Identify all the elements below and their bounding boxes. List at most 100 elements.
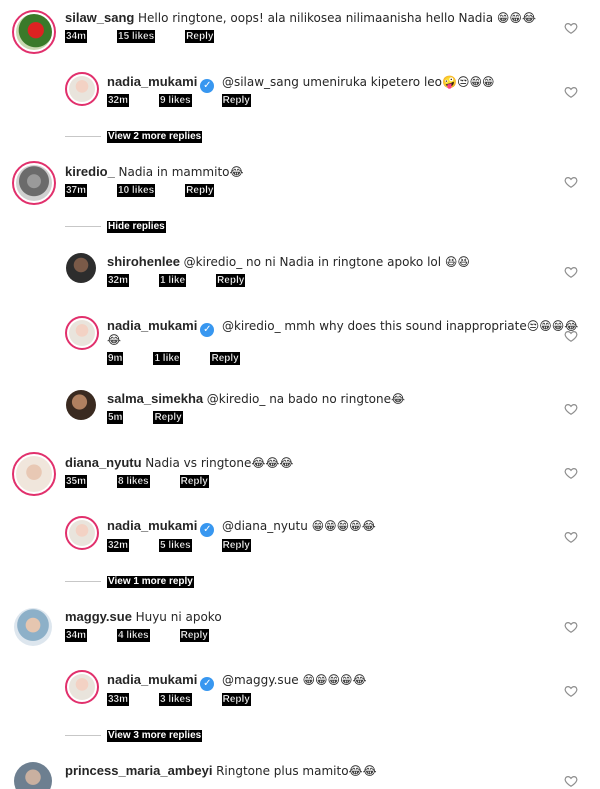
username[interactable]: diana_nyutu (65, 455, 142, 470)
comment-time: 32m (107, 539, 130, 552)
comment-time: 35m (65, 475, 88, 488)
view-more-replies-link[interactable]: View 3 more replies (65, 730, 203, 742)
reply-button[interactable]: Reply (221, 94, 251, 107)
divider (65, 225, 101, 227)
username[interactable]: shirohenlee (107, 254, 180, 269)
comment-time: 34m (65, 30, 88, 43)
avatar[interactable] (12, 161, 56, 205)
reply-button[interactable]: Reply (185, 184, 215, 197)
username[interactable]: princess_maria_ambeyi (65, 763, 212, 778)
username[interactable]: kiredio_ (65, 164, 115, 179)
comment-time: 33m (107, 693, 130, 706)
likes-count[interactable]: 8 likes (117, 475, 150, 488)
divider (65, 734, 101, 736)
comment-text-line: silaw_sang Hello ringtone, oops! ala nil… (65, 9, 536, 27)
username[interactable]: nadia_mukami (107, 74, 197, 89)
comment-time: 32m (107, 94, 130, 107)
heart-icon[interactable] (564, 530, 578, 544)
comment-text-line: shirohenlee @kiredio_ no ni Nadia in rin… (107, 253, 470, 271)
comment-meta: 9m 1 like Reply (107, 352, 240, 365)
comment-text-line: nadia_mukami ✓ @silaw_sang umeniruka kipe… (107, 73, 494, 93)
comment-text-line: salma_simekha @kiredio_ na bado no ringt… (107, 390, 405, 408)
reply-button[interactable]: Reply (216, 274, 246, 287)
reply-button[interactable]: Reply (153, 411, 183, 424)
view-more-replies-link[interactable]: View 2 more replies (65, 131, 203, 143)
heart-icon[interactable] (564, 21, 578, 35)
username[interactable]: silaw_sang (65, 10, 134, 25)
divider (65, 135, 101, 137)
comment-meta: 32m 1 like Reply (107, 274, 246, 287)
comment-text-line: diana_nyutu Nadia vs ringtone😂😂😂 (65, 454, 293, 472)
username[interactable]: maggy.sue (65, 609, 132, 624)
avatar[interactable] (65, 316, 99, 350)
heart-icon[interactable] (564, 329, 578, 343)
likes-count[interactable]: 5 likes (159, 539, 192, 552)
comment-meta: 33m 3 likes Reply (107, 693, 251, 706)
verified-badge-icon: ✓ (200, 523, 215, 537)
comment-text: @silaw_sang umeniruka kipetero leo🤪😒😁😁 (221, 75, 495, 89)
username[interactable]: nadia_mukami (107, 672, 197, 687)
likes-count[interactable]: 1 like (153, 352, 181, 365)
hide-replies-label[interactable]: Hide replies (107, 221, 166, 233)
comment-time: 9m (107, 352, 124, 365)
avatar[interactable] (12, 10, 56, 54)
username[interactable]: salma_simekha (107, 391, 203, 406)
comment-text-line: nadia_mukami ✓ @kiredio_ mmh why does thi… (107, 317, 578, 337)
heart-icon[interactable] (564, 684, 578, 698)
likes-count[interactable]: 3 likes (159, 693, 192, 706)
comment-text-line: maggy.sue Huyu ni apoko (65, 608, 222, 626)
reply-button[interactable]: Reply (179, 629, 209, 642)
heart-icon[interactable] (564, 265, 578, 279)
username[interactable]: nadia_mukami (107, 518, 197, 533)
reply-button[interactable]: Reply (179, 475, 209, 488)
comment-time: 32m (107, 274, 130, 287)
avatar[interactable] (12, 452, 56, 496)
reply-button[interactable]: Reply (221, 693, 251, 706)
verified-badge-icon: ✓ (200, 677, 215, 691)
verified-badge-icon: ✓ (200, 323, 215, 337)
avatar[interactable] (66, 390, 96, 420)
reply-button[interactable]: Reply (185, 30, 215, 43)
comment-meta: 34m 15 likes Reply (65, 30, 215, 43)
heart-icon[interactable] (564, 402, 578, 416)
likes-count[interactable]: 1 like (159, 274, 187, 287)
view-more-replies-label[interactable]: View 1 more reply (107, 576, 194, 588)
divider (65, 580, 101, 582)
heart-icon[interactable] (564, 175, 578, 189)
likes-count[interactable]: 9 likes (159, 94, 192, 107)
comment-time: 37m (65, 184, 88, 197)
heart-icon[interactable] (564, 85, 578, 99)
comment-meta: 32m 9 likes Reply (107, 94, 251, 107)
comment-text: @kiredio_ na bado no ringtone😂 (206, 392, 406, 406)
comment-text: @kiredio_ mmh why does this sound inappr… (221, 319, 579, 333)
view-more-replies-label[interactable]: View 2 more replies (107, 131, 203, 143)
avatar[interactable] (14, 608, 52, 646)
username[interactable]: nadia_mukami (107, 318, 197, 333)
heart-icon[interactable] (564, 620, 578, 634)
avatar[interactable] (65, 72, 99, 106)
likes-count[interactable]: 4 likes (117, 629, 150, 642)
comment-time: 34m (65, 629, 88, 642)
avatar[interactable] (66, 253, 96, 283)
comment-meta: 5m Reply (107, 411, 183, 424)
comment-text: @maggy.sue 😁😁😁😁😂 (221, 673, 367, 687)
comment-text: @diana_nyutu 😁😁😁😁😂 (221, 519, 376, 533)
reply-button[interactable]: Reply (221, 539, 251, 552)
avatar[interactable] (65, 516, 99, 550)
comment-text-line: princess_maria_ambeyi Ringtone plus mami… (65, 762, 377, 780)
reply-button[interactable]: Reply (210, 352, 240, 365)
likes-count[interactable]: 15 likes (117, 30, 156, 43)
heart-icon[interactable] (564, 466, 578, 480)
avatar[interactable] (65, 670, 99, 704)
comment-meta: 34m 4 likes Reply (65, 629, 209, 642)
avatar[interactable] (14, 762, 52, 789)
heart-icon[interactable] (564, 774, 578, 788)
view-more-replies-link[interactable]: View 1 more reply (65, 576, 194, 588)
hide-replies-link[interactable]: Hide replies (65, 221, 166, 233)
view-more-replies-label[interactable]: View 3 more replies (107, 730, 203, 742)
comment-meta: 32m 5 likes Reply (107, 539, 251, 552)
comment-text: Huyu ni apoko (135, 610, 222, 624)
comment-text-line: nadia_mukami ✓ @diana_nyutu 😁😁😁😁😂 (107, 517, 376, 537)
comment-text: Ringtone plus mamito😂😂 (216, 764, 377, 778)
likes-count[interactable]: 10 likes (117, 184, 156, 197)
